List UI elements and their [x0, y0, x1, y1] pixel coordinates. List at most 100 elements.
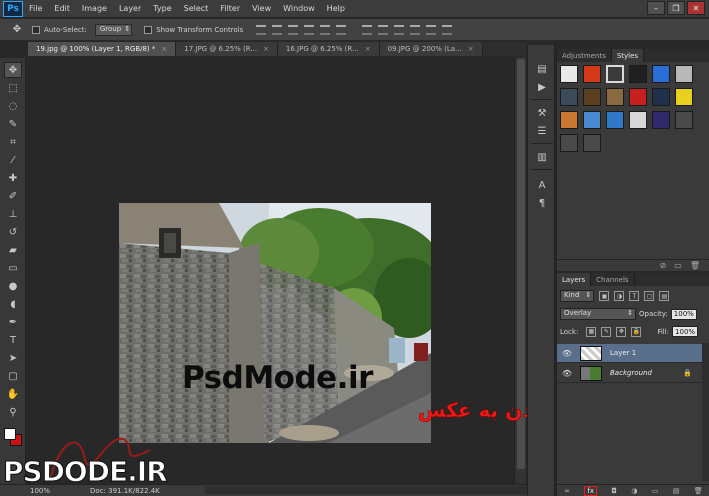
style-swatch[interactable] — [606, 65, 624, 83]
new-style-icon[interactable]: ▭ — [674, 261, 682, 270]
visibility-eye-icon[interactable]: 👁 — [560, 349, 574, 358]
delete-style-icon[interactable]: 🗑 — [690, 261, 700, 270]
menu-view[interactable]: View — [246, 4, 277, 13]
style-swatch[interactable] — [652, 111, 670, 129]
new-group-icon[interactable]: ▭ — [652, 487, 659, 495]
style-swatch[interactable] — [606, 111, 624, 129]
auto-select-dropdown[interactable]: Group — [94, 23, 133, 36]
menu-image[interactable]: Image — [76, 4, 113, 13]
tab-document-19[interactable]: 19.jpg @ 100% (Layer 1, RGB/8) * × — [28, 42, 177, 56]
style-swatch[interactable] — [629, 88, 647, 106]
lock-pixels-icon[interactable]: ✎ — [601, 326, 612, 337]
menu-window[interactable]: Window — [277, 4, 321, 13]
layer-row-layer-1[interactable]: 👁 Layer 1 — [557, 344, 702, 363]
distribute-middle-icon[interactable] — [378, 24, 389, 35]
style-swatch[interactable] — [583, 65, 601, 83]
distribute-bottom-icon[interactable] — [394, 24, 405, 35]
add-layer-style-button[interactable]: fx — [584, 485, 598, 496]
tab-document-16[interactable]: 16.JPG @ 6.25% (R... × — [277, 42, 380, 56]
move-tool-icon[interactable]: ✥ — [4, 62, 22, 78]
lasso-tool-icon[interactable]: ◌ — [4, 98, 22, 114]
clear-style-icon[interactable]: ⊘ — [660, 261, 667, 270]
style-swatch[interactable] — [629, 65, 647, 83]
menu-edit[interactable]: Edit — [48, 4, 76, 13]
opacity-input[interactable]: 100% — [670, 308, 697, 320]
align-bottom-icon[interactable] — [288, 24, 299, 35]
tab-layers[interactable]: Layers — [557, 273, 592, 286]
style-swatch[interactable] — [560, 65, 578, 83]
distribute-right-icon[interactable] — [442, 24, 453, 35]
tab-close-icon[interactable]: × — [161, 45, 167, 53]
paragraph-panel-icon[interactable]: ¶ — [533, 195, 551, 211]
gradient-tool-icon[interactable]: ▭ — [4, 260, 22, 276]
close-button[interactable]: ✕ — [687, 1, 705, 15]
tab-document-09[interactable]: 09.JPG @ 200% (La... × — [379, 42, 483, 56]
style-swatch[interactable] — [675, 111, 693, 129]
fill-input[interactable]: 100% — [672, 326, 699, 337]
filter-type-icon[interactable]: T — [629, 291, 640, 301]
add-mask-icon[interactable]: ◘ — [611, 487, 617, 495]
filter-smart-object-icon[interactable]: ▤ — [659, 291, 670, 301]
type-tool-icon[interactable]: T — [4, 332, 22, 348]
visibility-eye-icon[interactable]: 👁 — [560, 369, 574, 378]
crop-tool-icon[interactable]: ⌗ — [4, 134, 22, 150]
move-tool-icon[interactable]: ✥ — [8, 23, 26, 37]
menu-select[interactable]: Select — [178, 4, 215, 13]
healing-brush-tool-icon[interactable]: ✚ — [4, 170, 22, 186]
filter-shape-icon[interactable]: ▢ — [644, 291, 655, 301]
distribute-center-icon[interactable] — [426, 24, 437, 35]
history-panel-icon[interactable]: ▤ — [533, 61, 551, 77]
style-swatch[interactable] — [675, 88, 693, 106]
style-swatch[interactable] — [652, 88, 670, 106]
properties-panel-icon[interactable]: ☰ — [533, 123, 551, 139]
history-brush-tool-icon[interactable]: ↺ — [4, 224, 22, 240]
align-left-icon[interactable] — [304, 24, 315, 35]
marquee-tool-icon[interactable]: ⬚ — [4, 80, 22, 96]
style-swatch[interactable] — [675, 65, 693, 83]
filter-pixel-icon[interactable]: ▣ — [599, 291, 610, 301]
align-top-icon[interactable] — [256, 24, 267, 35]
tab-document-17[interactable]: 17.JPG @ 6.25% (R... × — [176, 42, 278, 56]
distribute-top-icon[interactable] — [362, 24, 373, 35]
new-adjustment-layer-icon[interactable]: ◑ — [631, 487, 637, 495]
style-swatch[interactable] — [606, 88, 624, 106]
brush-tool-icon[interactable]: ✐ — [4, 188, 22, 204]
new-layer-icon[interactable]: ▤ — [673, 487, 680, 495]
filter-adjustment-icon[interactable]: ◑ — [614, 291, 625, 301]
document-image[interactable] — [119, 203, 431, 443]
delete-layer-icon[interactable]: 🗑 — [694, 487, 703, 495]
menu-type[interactable]: Type — [147, 4, 177, 13]
blend-mode-dropdown[interactable]: Overlay — [560, 308, 636, 320]
shape-tool-icon[interactable]: ▢ — [4, 368, 22, 384]
path-selection-tool-icon[interactable]: ➤ — [4, 350, 22, 366]
style-swatch[interactable] — [560, 111, 578, 129]
lock-all-icon[interactable]: 🔒 — [631, 326, 642, 337]
auto-select-checkbox[interactable] — [32, 25, 40, 34]
align-middle-icon[interactable] — [272, 24, 283, 35]
tab-adjustments[interactable]: Adjustments — [557, 49, 612, 62]
lock-position-icon[interactable]: ✥ — [616, 326, 627, 337]
foreground-color-swatch[interactable] — [4, 428, 16, 440]
menu-help[interactable]: Help — [321, 4, 351, 13]
minimize-button[interactable]: – — [647, 1, 665, 15]
style-swatch[interactable] — [560, 134, 578, 152]
align-center-icon[interactable] — [320, 24, 331, 35]
layer-comps-icon[interactable]: ▥ — [533, 149, 551, 165]
style-swatch[interactable] — [629, 111, 647, 129]
tool-presets-icon[interactable]: ⚒ — [533, 105, 551, 121]
distribute-left-icon[interactable] — [410, 24, 421, 35]
layers-scrollbar[interactable] — [702, 343, 709, 481]
blur-tool-icon[interactable]: ● — [4, 278, 22, 294]
zoom-tool-icon[interactable]: ⚲ — [4, 404, 22, 420]
layer-row-background[interactable]: 👁 Background 🔒 — [557, 364, 702, 383]
style-swatch[interactable] — [652, 65, 670, 83]
dodge-tool-icon[interactable]: ◖ — [4, 296, 22, 312]
style-swatch[interactable] — [583, 134, 601, 152]
quick-select-tool-icon[interactable]: ✎ — [4, 116, 22, 132]
tab-close-icon[interactable]: × — [365, 45, 371, 53]
menu-file[interactable]: File — [23, 4, 48, 13]
pen-tool-icon[interactable]: ✒ — [4, 314, 22, 330]
actions-panel-icon[interactable]: ▶ — [533, 79, 551, 95]
character-panel-icon[interactable]: A — [533, 177, 551, 193]
style-swatch[interactable] — [583, 88, 601, 106]
